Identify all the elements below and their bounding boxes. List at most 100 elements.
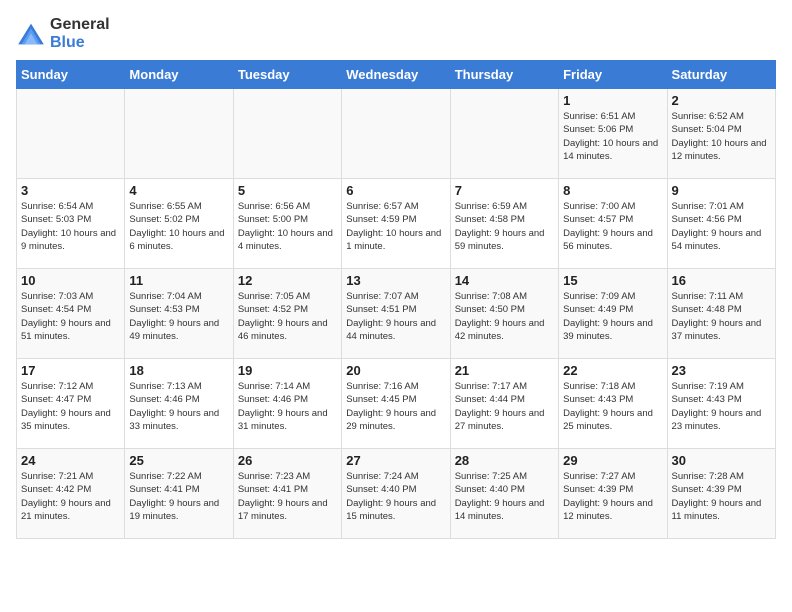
day-number: 17 <box>21 363 120 378</box>
day-info: Sunrise: 7:03 AM Sunset: 4:54 PM Dayligh… <box>21 290 120 343</box>
day-info: Sunrise: 7:17 AM Sunset: 4:44 PM Dayligh… <box>455 380 554 433</box>
day-number: 13 <box>346 273 445 288</box>
day-cell: 2 Sunrise: 6:52 AM Sunset: 5:04 PM Daylig… <box>667 89 775 179</box>
day-info: Sunrise: 7:04 AM Sunset: 4:53 PM Dayligh… <box>129 290 228 343</box>
day-info: Sunrise: 7:08 AM Sunset: 4:50 PM Dayligh… <box>455 290 554 343</box>
day-info: Sunrise: 7:27 AM Sunset: 4:39 PM Dayligh… <box>563 470 662 523</box>
day-number: 6 <box>346 183 445 198</box>
day-info: Sunrise: 7:22 AM Sunset: 4:41 PM Dayligh… <box>129 470 228 523</box>
day-cell <box>17 89 125 179</box>
calendar-table: SundayMondayTuesdayWednesdayThursdayFrid… <box>16 60 776 539</box>
days-header-row: SundayMondayTuesdayWednesdayThursdayFrid… <box>17 61 776 89</box>
day-number: 10 <box>21 273 120 288</box>
day-cell: 25 Sunrise: 7:22 AM Sunset: 4:41 PM Dayli… <box>125 449 233 539</box>
day-number: 2 <box>672 93 771 108</box>
day-info: Sunrise: 6:54 AM Sunset: 5:03 PM Dayligh… <box>21 200 120 253</box>
day-info: Sunrise: 7:23 AM Sunset: 4:41 PM Dayligh… <box>238 470 337 523</box>
day-cell: 18 Sunrise: 7:13 AM Sunset: 4:46 PM Dayli… <box>125 359 233 449</box>
day-cell: 22Sunrise: 7:18 AM Sunset: 4:43 PM Dayli… <box>559 359 667 449</box>
day-number: 11 <box>129 273 228 288</box>
day-cell: 21 Sunrise: 7:17 AM Sunset: 4:44 PM Dayli… <box>450 359 558 449</box>
day-cell: 1 Sunrise: 6:51 AM Sunset: 5:06 PM Daylig… <box>559 89 667 179</box>
day-number: 23 <box>672 363 771 378</box>
day-cell: 30 Sunrise: 7:28 AM Sunset: 4:39 PM Dayli… <box>667 449 775 539</box>
logo: General Blue <box>16 16 110 52</box>
day-number: 27 <box>346 453 445 468</box>
day-info: Sunrise: 7:19 AM Sunset: 4:43 PM Dayligh… <box>672 380 771 433</box>
day-cell: 19 Sunrise: 7:14 AM Sunset: 4:46 PM Dayli… <box>233 359 341 449</box>
day-info: Sunrise: 7:13 AM Sunset: 4:46 PM Dayligh… <box>129 380 228 433</box>
header-friday: Friday <box>559 61 667 89</box>
day-number: 4 <box>129 183 228 198</box>
day-number: 3 <box>21 183 120 198</box>
day-info: Sunrise: 6:56 AM Sunset: 5:00 PM Dayligh… <box>238 200 337 253</box>
day-cell: 20 Sunrise: 7:16 AM Sunset: 4:45 PM Dayli… <box>342 359 450 449</box>
day-info: Sunrise: 6:57 AM Sunset: 4:59 PM Dayligh… <box>346 200 445 253</box>
day-number: 21 <box>455 363 554 378</box>
day-cell: 28Sunrise: 7:25 AM Sunset: 4:40 PM Dayli… <box>450 449 558 539</box>
week-row-1: 1 Sunrise: 6:51 AM Sunset: 5:06 PM Daylig… <box>17 89 776 179</box>
day-number: 18 <box>129 363 228 378</box>
day-number: 19 <box>238 363 337 378</box>
day-info: Sunrise: 6:55 AM Sunset: 5:02 PM Dayligh… <box>129 200 228 253</box>
logo-general-text: General <box>50 16 110 33</box>
day-cell: 24 Sunrise: 7:21 AM Sunset: 4:42 PM Dayli… <box>17 449 125 539</box>
logo-blue-text: Blue <box>50 34 85 51</box>
day-cell <box>342 89 450 179</box>
header-monday: Monday <box>125 61 233 89</box>
day-info: Sunrise: 7:09 AM Sunset: 4:49 PM Dayligh… <box>563 290 662 343</box>
day-number: 12 <box>238 273 337 288</box>
day-number: 9 <box>672 183 771 198</box>
day-info: Sunrise: 7:16 AM Sunset: 4:45 PM Dayligh… <box>346 380 445 433</box>
day-info: Sunrise: 7:07 AM Sunset: 4:51 PM Dayligh… <box>346 290 445 343</box>
day-cell: 5Sunrise: 6:56 AM Sunset: 5:00 PM Daylig… <box>233 179 341 269</box>
day-info: Sunrise: 7:25 AM Sunset: 4:40 PM Dayligh… <box>455 470 554 523</box>
day-info: Sunrise: 7:24 AM Sunset: 4:40 PM Dayligh… <box>346 470 445 523</box>
day-cell: 11 Sunrise: 7:04 AM Sunset: 4:53 PM Dayli… <box>125 269 233 359</box>
day-info: Sunrise: 6:52 AM Sunset: 5:04 PM Dayligh… <box>672 110 771 163</box>
day-number: 26 <box>238 453 337 468</box>
week-row-3: 10 Sunrise: 7:03 AM Sunset: 4:54 PM Dayli… <box>17 269 776 359</box>
day-info: Sunrise: 6:51 AM Sunset: 5:06 PM Dayligh… <box>563 110 662 163</box>
day-number: 15 <box>563 273 662 288</box>
day-number: 22 <box>563 363 662 378</box>
day-cell: 17 Sunrise: 7:12 AM Sunset: 4:47 PM Dayli… <box>17 359 125 449</box>
day-cell: 13 Sunrise: 7:07 AM Sunset: 4:51 PM Dayli… <box>342 269 450 359</box>
day-info: Sunrise: 7:11 AM Sunset: 4:48 PM Dayligh… <box>672 290 771 343</box>
day-number: 1 <box>563 93 662 108</box>
day-info: Sunrise: 7:05 AM Sunset: 4:52 PM Dayligh… <box>238 290 337 343</box>
day-cell <box>125 89 233 179</box>
logo-icon <box>16 22 46 46</box>
day-cell: 29Sunrise: 7:27 AM Sunset: 4:39 PM Dayli… <box>559 449 667 539</box>
day-number: 30 <box>672 453 771 468</box>
day-cell: 16Sunrise: 7:11 AM Sunset: 4:48 PM Dayli… <box>667 269 775 359</box>
header-sunday: Sunday <box>17 61 125 89</box>
header-wednesday: Wednesday <box>342 61 450 89</box>
header-tuesday: Tuesday <box>233 61 341 89</box>
day-cell: 3 Sunrise: 6:54 AM Sunset: 5:03 PM Daylig… <box>17 179 125 269</box>
day-cell: 23 Sunrise: 7:19 AM Sunset: 4:43 PM Dayli… <box>667 359 775 449</box>
day-cell: 26 Sunrise: 7:23 AM Sunset: 4:41 PM Dayli… <box>233 449 341 539</box>
day-cell: 6 Sunrise: 6:57 AM Sunset: 4:59 PM Daylig… <box>342 179 450 269</box>
day-number: 25 <box>129 453 228 468</box>
day-info: Sunrise: 7:00 AM Sunset: 4:57 PM Dayligh… <box>563 200 662 253</box>
day-cell: 4 Sunrise: 6:55 AM Sunset: 5:02 PM Daylig… <box>125 179 233 269</box>
week-row-2: 3 Sunrise: 6:54 AM Sunset: 5:03 PM Daylig… <box>17 179 776 269</box>
week-row-5: 24 Sunrise: 7:21 AM Sunset: 4:42 PM Dayli… <box>17 449 776 539</box>
day-number: 24 <box>21 453 120 468</box>
day-cell: 10 Sunrise: 7:03 AM Sunset: 4:54 PM Dayli… <box>17 269 125 359</box>
day-info: Sunrise: 7:12 AM Sunset: 4:47 PM Dayligh… <box>21 380 120 433</box>
day-number: 20 <box>346 363 445 378</box>
day-cell: 7Sunrise: 6:59 AM Sunset: 4:58 PM Daylig… <box>450 179 558 269</box>
day-info: Sunrise: 7:28 AM Sunset: 4:39 PM Dayligh… <box>672 470 771 523</box>
day-number: 7 <box>455 183 554 198</box>
day-info: Sunrise: 7:21 AM Sunset: 4:42 PM Dayligh… <box>21 470 120 523</box>
day-info: Sunrise: 7:01 AM Sunset: 4:56 PM Dayligh… <box>672 200 771 253</box>
day-cell: 9 Sunrise: 7:01 AM Sunset: 4:56 PM Daylig… <box>667 179 775 269</box>
week-row-4: 17 Sunrise: 7:12 AM Sunset: 4:47 PM Dayli… <box>17 359 776 449</box>
day-info: Sunrise: 7:14 AM Sunset: 4:46 PM Dayligh… <box>238 380 337 433</box>
day-number: 8 <box>563 183 662 198</box>
day-cell: 15 Sunrise: 7:09 AM Sunset: 4:49 PM Dayli… <box>559 269 667 359</box>
day-cell <box>233 89 341 179</box>
header-thursday: Thursday <box>450 61 558 89</box>
